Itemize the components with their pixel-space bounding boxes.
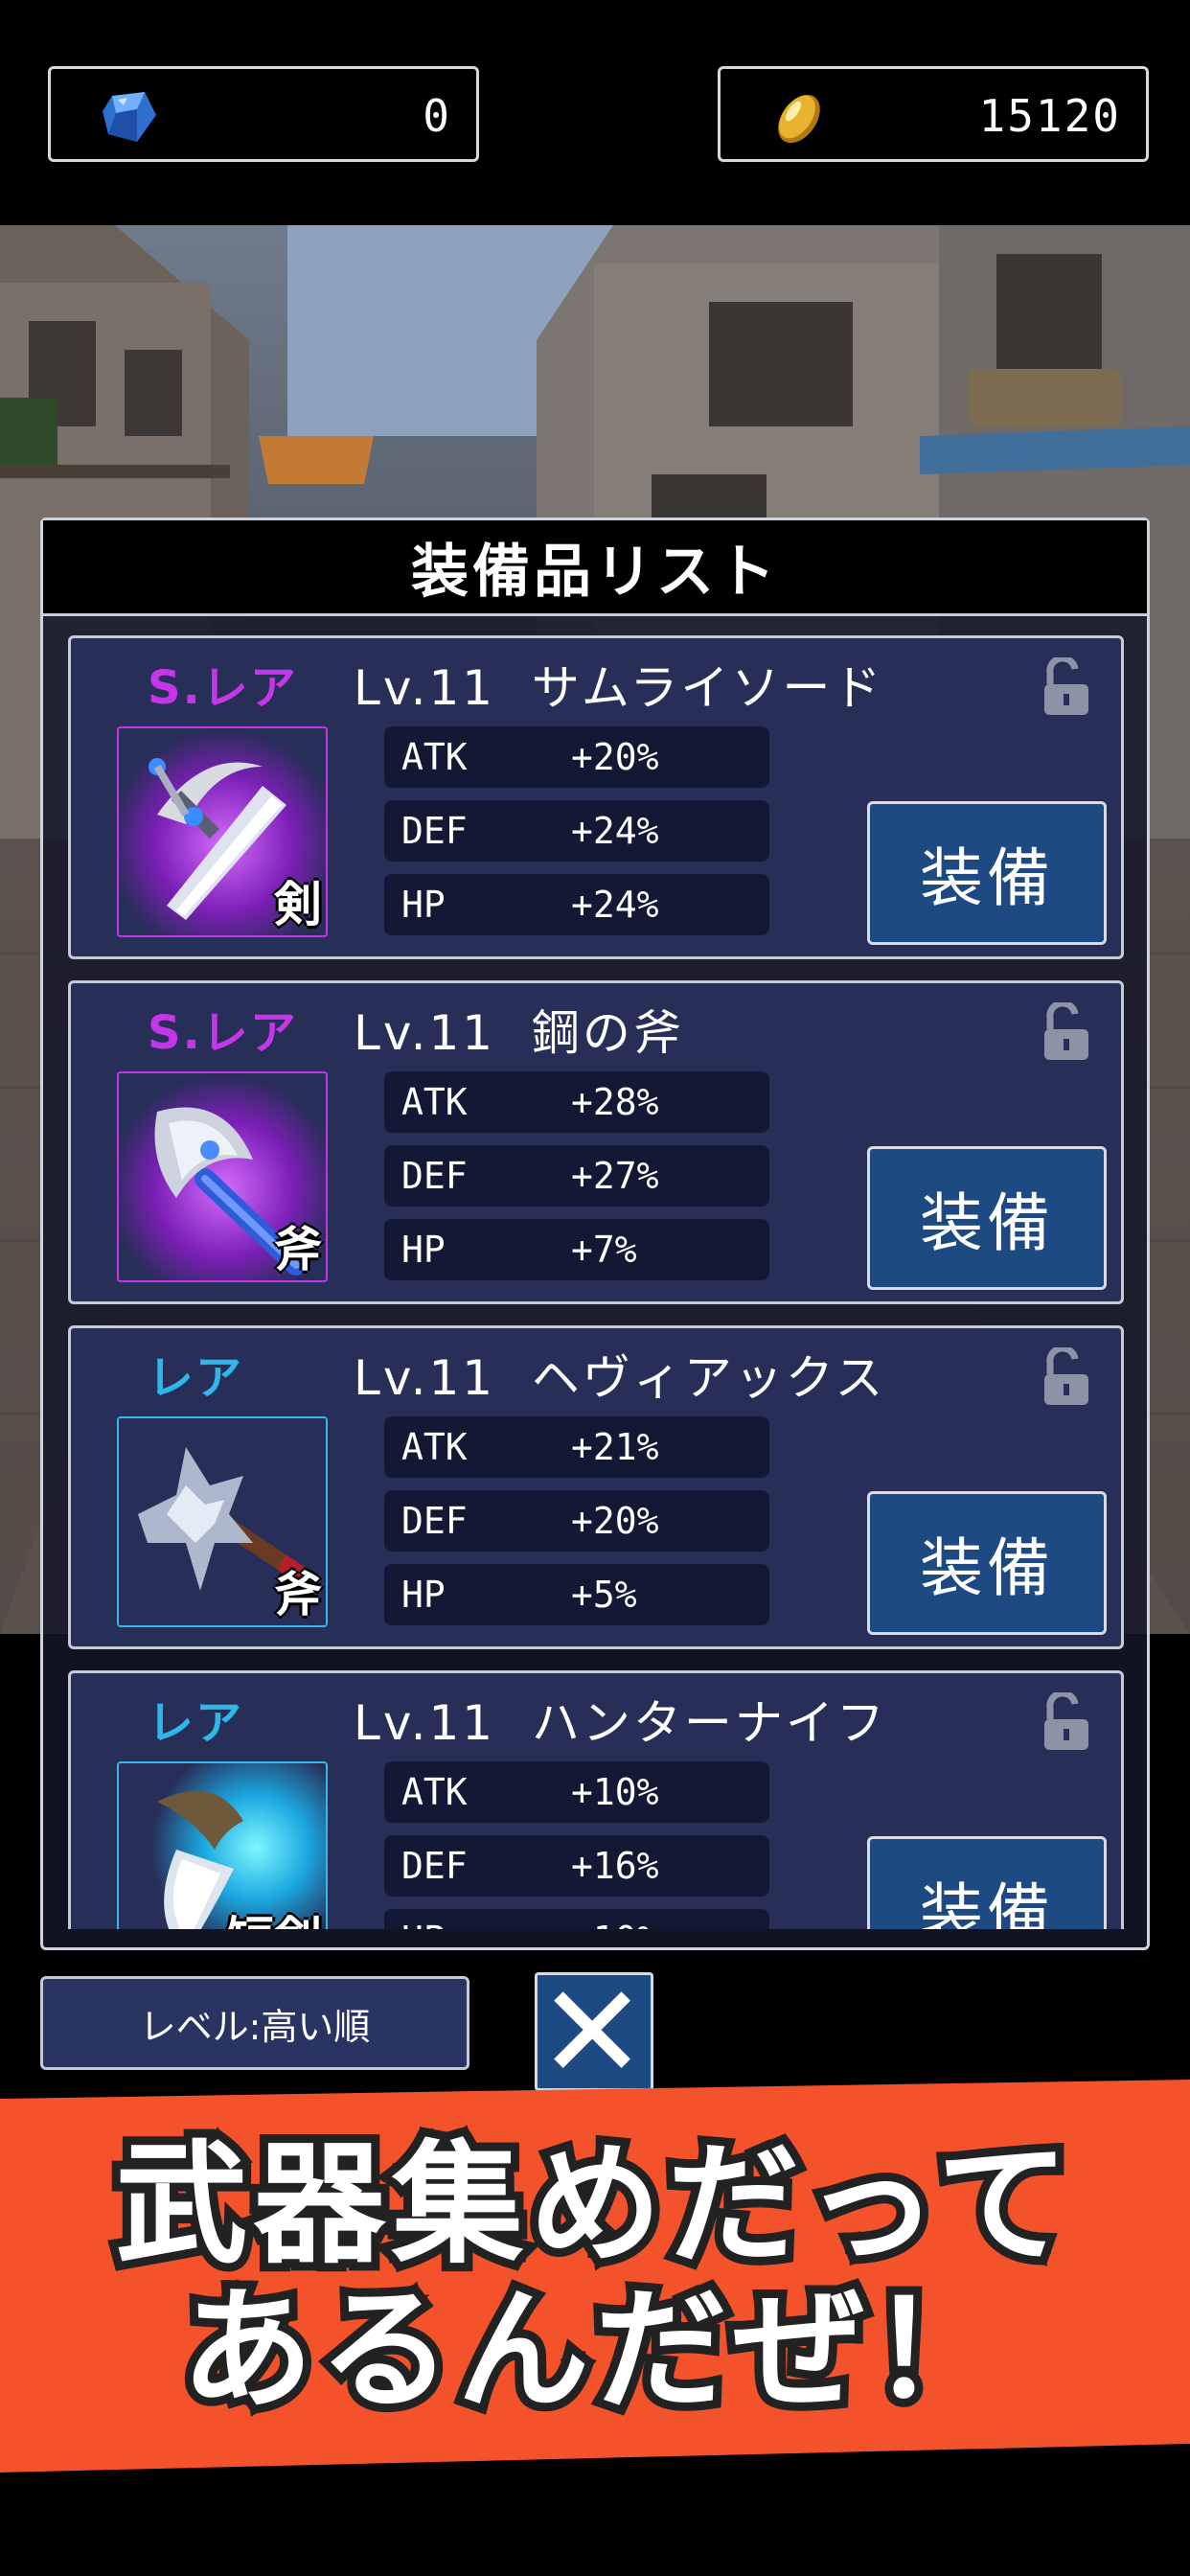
unlocked-padlock-icon[interactable] [1041,1692,1092,1752]
stat-row-atk: ATK +10% [384,1761,769,1823]
stat-label: DEF [401,1155,468,1197]
sort-button[interactable]: レベル:高い順 [40,1976,469,2070]
item-title: Lv.11 ハンターナイフ [354,1685,887,1754]
gem-counter: 0 [48,66,479,162]
item-name: ヘヴィアックス [531,1350,886,1406]
close-x-icon [554,1991,630,2068]
stat-label: ATK [401,1081,468,1123]
equip-button[interactable]: 装備 [867,1836,1107,1929]
unlocked-padlock-icon[interactable] [1041,657,1092,717]
item-title: Lv.11 鋼の斧 [354,995,684,1064]
banner-line-1: 武器集めだって [0,2130,1190,2280]
banner-line-2: あるんだぜ！ [0,2276,1190,2426]
item-level: Lv.11 [354,1695,496,1751]
stat-label: HP [401,1229,446,1271]
stat-label: DEF [401,1500,468,1542]
panel-header: 装備品リスト [43,520,1147,616]
rarity-label: レア [148,1351,244,1405]
stat-label: ATK [401,1771,468,1813]
equipment-list[interactable]: S.レア Lv.11 サムライソード 剣 ATK +20% DEF +24% H… [68,635,1124,1929]
item-type-label: 斧 [274,1222,322,1277]
item-type-label: 斧 [274,1567,322,1622]
stat-value: +24% [571,810,659,852]
stat-label: HP [401,1919,446,1929]
rarity-label: S.レア [148,1006,298,1060]
stat-value: +20% [571,1500,659,1542]
equip-button[interactable]: 装備 [867,1491,1107,1635]
stat-value: +20% [571,736,659,778]
item-icon-frame[interactable]: 短剣 [117,1761,328,1929]
gold-coin-icon [778,94,820,144]
item-title: Lv.11 サムライソード [354,650,883,719]
stat-row-def: DEF +20% [384,1490,769,1552]
stat-value: +27% [571,1155,659,1197]
blue-gem-icon [103,92,156,142]
unlocked-padlock-icon[interactable] [1041,1002,1092,1062]
item-type-label: 剣 [274,877,322,932]
item-level: Lv.11 [354,1005,496,1061]
item-name: サムライソード [531,660,884,716]
stat-label: HP [401,1574,446,1616]
item-icon-frame[interactable]: 剣 [117,726,328,937]
gold-count: 15120 [978,90,1121,142]
close-button[interactable] [535,1972,653,2091]
equipment-card[interactable]: レア Lv.11 ハンターナイフ 短剣 ATK [68,1670,1124,1929]
stat-label: HP [401,884,446,926]
item-level: Lv.11 [354,1350,496,1406]
stat-row-def: DEF +16% [384,1835,769,1897]
stat-value: +28% [571,1081,659,1123]
stat-row-hp: HP +10% [384,1909,769,1929]
stat-value: +24% [571,884,659,926]
equip-button[interactable]: 装備 [867,801,1107,945]
item-icon-frame[interactable]: 斧 [117,1416,328,1627]
stat-label: ATK [401,1426,468,1468]
stat-row-hp: HP +5% [384,1564,769,1625]
item-name: 鋼の斧 [531,1005,684,1061]
item-level: Lv.11 [354,660,496,716]
gem-count: 0 [423,90,451,142]
stat-row-def: DEF +24% [384,800,769,862]
item-title: Lv.11 ヘヴィアックス [354,1340,885,1409]
stat-row-hp: HP +7% [384,1219,769,1280]
banner-line-1-text: 武器集めだって [106,2128,1077,2282]
rarity-label: S.レア [148,661,298,715]
rarity-label: レア [148,1696,244,1750]
equipment-card[interactable]: S.レア Lv.11 鋼の斧 斧 ATK +28% DEF +27% HP +7… [68,980,1124,1304]
item-name: ハンターナイフ [531,1695,887,1751]
gold-counter: 15120 [718,66,1149,162]
stat-label: DEF [401,810,468,852]
equipment-list-panel: 装備品リスト S.レア Lv.11 サムライソード 剣 ATK +20% DEF… [40,518,1150,1950]
stat-row-hp: HP +24% [384,874,769,935]
stat-row-atk: ATK +21% [384,1416,769,1478]
equipment-card[interactable]: S.レア Lv.11 サムライソード 剣 ATK +20% DEF +24% H… [68,635,1124,959]
stat-row-atk: ATK +20% [384,726,769,788]
banner-line-2-text: あるんだぜ！ [172,2273,1012,2427]
stat-label: DEF [401,1845,468,1887]
unlocked-padlock-icon[interactable] [1041,1347,1092,1407]
stat-value: +7% [571,1229,637,1271]
stat-value: +16% [571,1845,659,1887]
stat-row-def: DEF +27% [384,1145,769,1207]
stat-value: +21% [571,1426,659,1468]
item-type-label: 短剣 [226,1901,322,1929]
stat-row-atk: ATK +28% [384,1071,769,1133]
stat-value: +5% [571,1574,637,1616]
stat-value: +10% [571,1919,659,1929]
stat-label: ATK [401,736,468,778]
equipment-card[interactable]: レア Lv.11 ヘヴィアックス 斧 ATK +21% DEF +20% HP … [68,1325,1124,1649]
item-icon-frame[interactable]: 斧 [117,1071,328,1282]
stat-value: +10% [571,1771,659,1813]
panel-title: 装備品リスト [411,539,779,606]
equip-button[interactable]: 装備 [867,1146,1107,1290]
